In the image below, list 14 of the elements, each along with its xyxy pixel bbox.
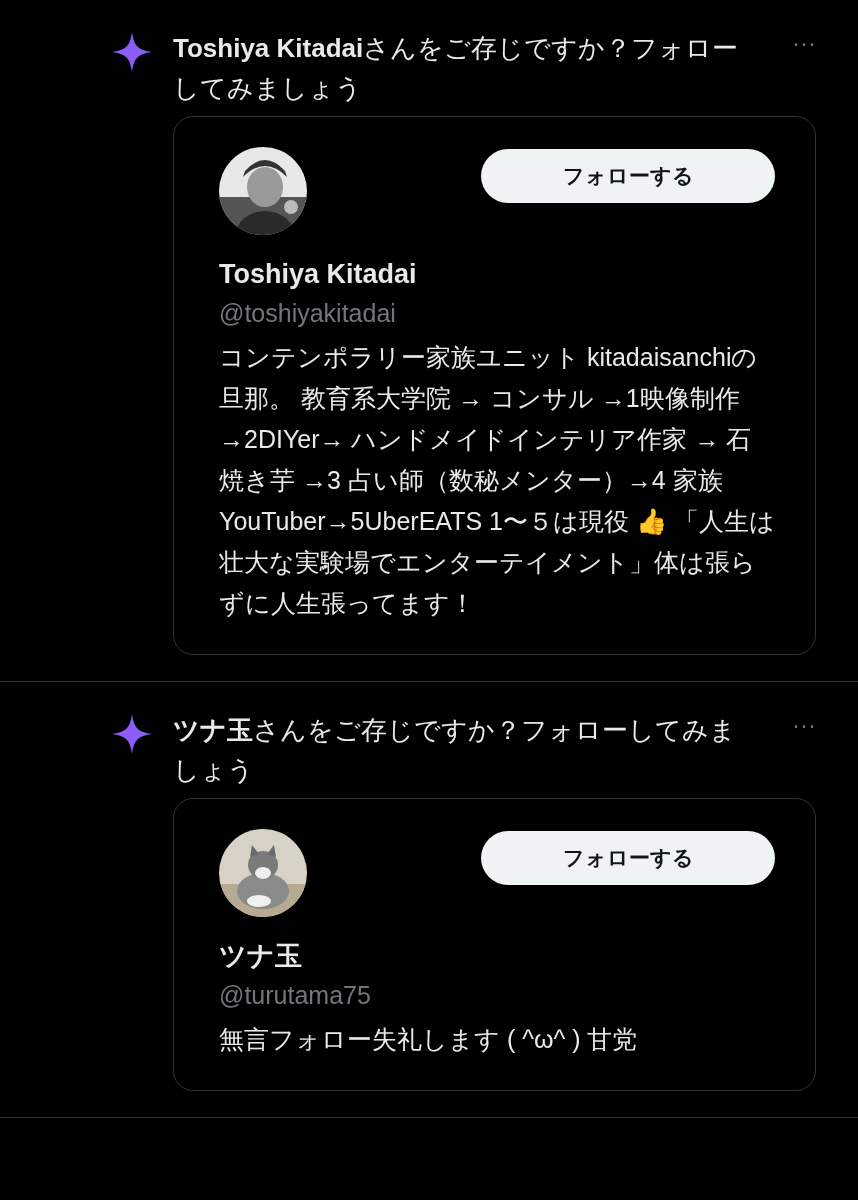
user-handle: @turutama75: [219, 980, 372, 1011]
user-name: ツナ玉: [219, 940, 303, 973]
user-name: Toshiya Kitadai: [219, 258, 418, 291]
sparkle-icon: [112, 32, 152, 72]
user-bio: コンテンポラリー家族ユニット kitadaisanchiの旦那。 教育系大学院 → コンサル →1映像制作 →2DIYer→ ハンドメイドインテリア作家 → 石焼き芋 →3 占い師（数秘メンター）→4 家族 YouTuber→5UberEATS 1〜５は現役 👍 「人生は壮大な実験場でエンターテイメント」体は張らずに人生張ってます！: [219, 342, 775, 619]
sparkle-icon: [112, 714, 152, 754]
user-bio: 無言フォロー失礼します ( ^ω^ ) 甘党: [219, 1024, 639, 1055]
user-handle: @toshiyakitadai: [219, 298, 397, 329]
more-button[interactable]: ···: [792, 710, 816, 740]
follow-button[interactable]: フォローする: [481, 831, 775, 885]
more-button[interactable]: ···: [792, 28, 816, 58]
suggestion-title: ツナ玉さんをご存じですか？フォローしてみましょう: [173, 714, 737, 787]
follow-button[interactable]: フォローする: [481, 149, 775, 203]
suggestion-title: Toshiya Kitadaiさんをご存じですか？フォローしてみましょう: [173, 32, 740, 105]
